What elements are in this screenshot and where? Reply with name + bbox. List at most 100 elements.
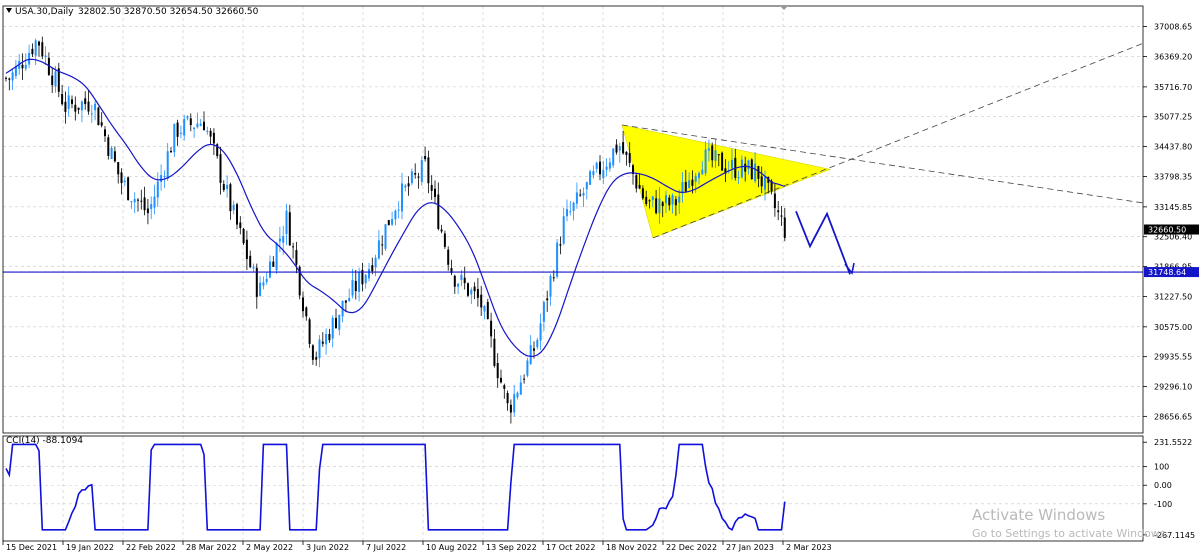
candle-body [97,107,100,126]
candle-body [651,196,654,201]
candle-body [440,229,443,232]
candle-body [516,392,519,398]
candle-body [552,277,555,279]
candle-body [678,196,681,203]
candle-body [71,99,73,104]
candle-body [698,173,700,179]
candle-body [54,71,57,87]
candle-body [113,151,116,162]
candle [387,219,390,226]
candle-body [655,198,658,214]
candle-body [80,101,83,111]
candle-body [453,275,456,287]
candle-body [236,204,238,225]
cci-tick-label: 100 [1154,463,1169,472]
candle-body [721,152,724,171]
candle-body [44,55,47,58]
candle-body [701,169,704,175]
candle-body [628,153,631,163]
candle-body [212,132,215,144]
cci-tick-label: 0.00 [1154,481,1172,490]
candle-body [420,160,423,182]
candle-body [671,195,674,205]
candle-body [222,184,225,190]
time-tick-label: 15 Dec 2021 [6,543,57,552]
price-tick-label: 35716.70 [1154,83,1192,92]
candle-body [668,197,671,206]
candle-body [358,272,361,292]
candle-body [67,95,70,109]
candle-body [417,176,420,178]
candle-body [519,382,522,395]
candle-body [740,159,743,178]
candle [420,156,423,186]
price-tick-label: 31227.50 [1154,292,1192,301]
candle-body [285,210,288,234]
price-tick-label: 28656.65 [1154,412,1192,421]
candle-body [94,103,97,111]
support-price-label: 31748.64 [1148,268,1186,277]
candle-body [21,64,24,69]
candle-body [338,314,341,330]
candle-body [427,157,430,184]
candle-body [272,261,275,267]
candle-body [239,222,242,229]
candle-body [529,345,532,365]
price-tick-label: 35077.25 [1154,113,1192,122]
time-tick-label: 22 Feb 2022 [126,543,176,552]
candle-body [354,280,357,292]
candle-body [625,151,628,155]
time-tick-label: 3 Jun 2022 [306,543,349,552]
candle-body [661,202,664,207]
activation-watermark: Activate Windows Go to Settings to activ… [972,506,1169,540]
candle-body [351,279,354,296]
candle-body [377,240,380,259]
candle-body [714,150,717,161]
price-tick-label: 37008.65 [1154,23,1192,32]
candle-body [410,171,413,184]
chart-window[interactable]: 37008.65 36369.20 35716.70 35077.25 34437.80… [0,0,1200,556]
candle-body [711,145,714,161]
candle-body [311,345,314,360]
candle-body [160,175,163,182]
candle-body [496,362,499,379]
candle-body [760,176,763,187]
candle-body [764,176,766,190]
candle-body [681,181,684,194]
candle-body [460,274,463,281]
candle-body [691,179,694,186]
candle-body [249,255,252,268]
candle-body [562,216,565,244]
candle-body [325,333,328,345]
candle-body [470,289,473,295]
chart-canvas[interactable]: 37008.65 36369.20 35716.70 35077.25 34437.80… [0,0,1200,556]
candle-body [176,122,179,137]
candle-body [209,130,212,137]
candle-body [747,160,750,170]
candle [275,241,278,274]
candle-body [638,185,641,189]
candle-body [665,195,667,204]
candle-body [199,123,202,126]
candle-body [163,175,166,177]
candle-body [344,300,347,303]
time-tick-label: 18 Nov 2022 [606,543,657,552]
candle-body [110,147,113,160]
candle-body [8,78,11,80]
candle [173,123,176,157]
cci-label: CCI(14) -88.1094 [6,436,83,446]
candle-body [467,283,469,296]
candle-body [117,162,120,175]
time-tick-label: 10 Aug 2022 [426,543,477,552]
candle-body [404,185,407,188]
candle-body [232,204,235,211]
candle-body [572,202,575,211]
candle-body [77,107,80,110]
time-tick-label: 7 Jul 2022 [366,543,406,552]
candle-body [424,155,427,160]
candle-body [509,404,512,413]
candle-body [269,261,271,278]
candle-body [321,341,324,344]
candle-body [387,220,390,226]
candle-body [120,172,123,184]
